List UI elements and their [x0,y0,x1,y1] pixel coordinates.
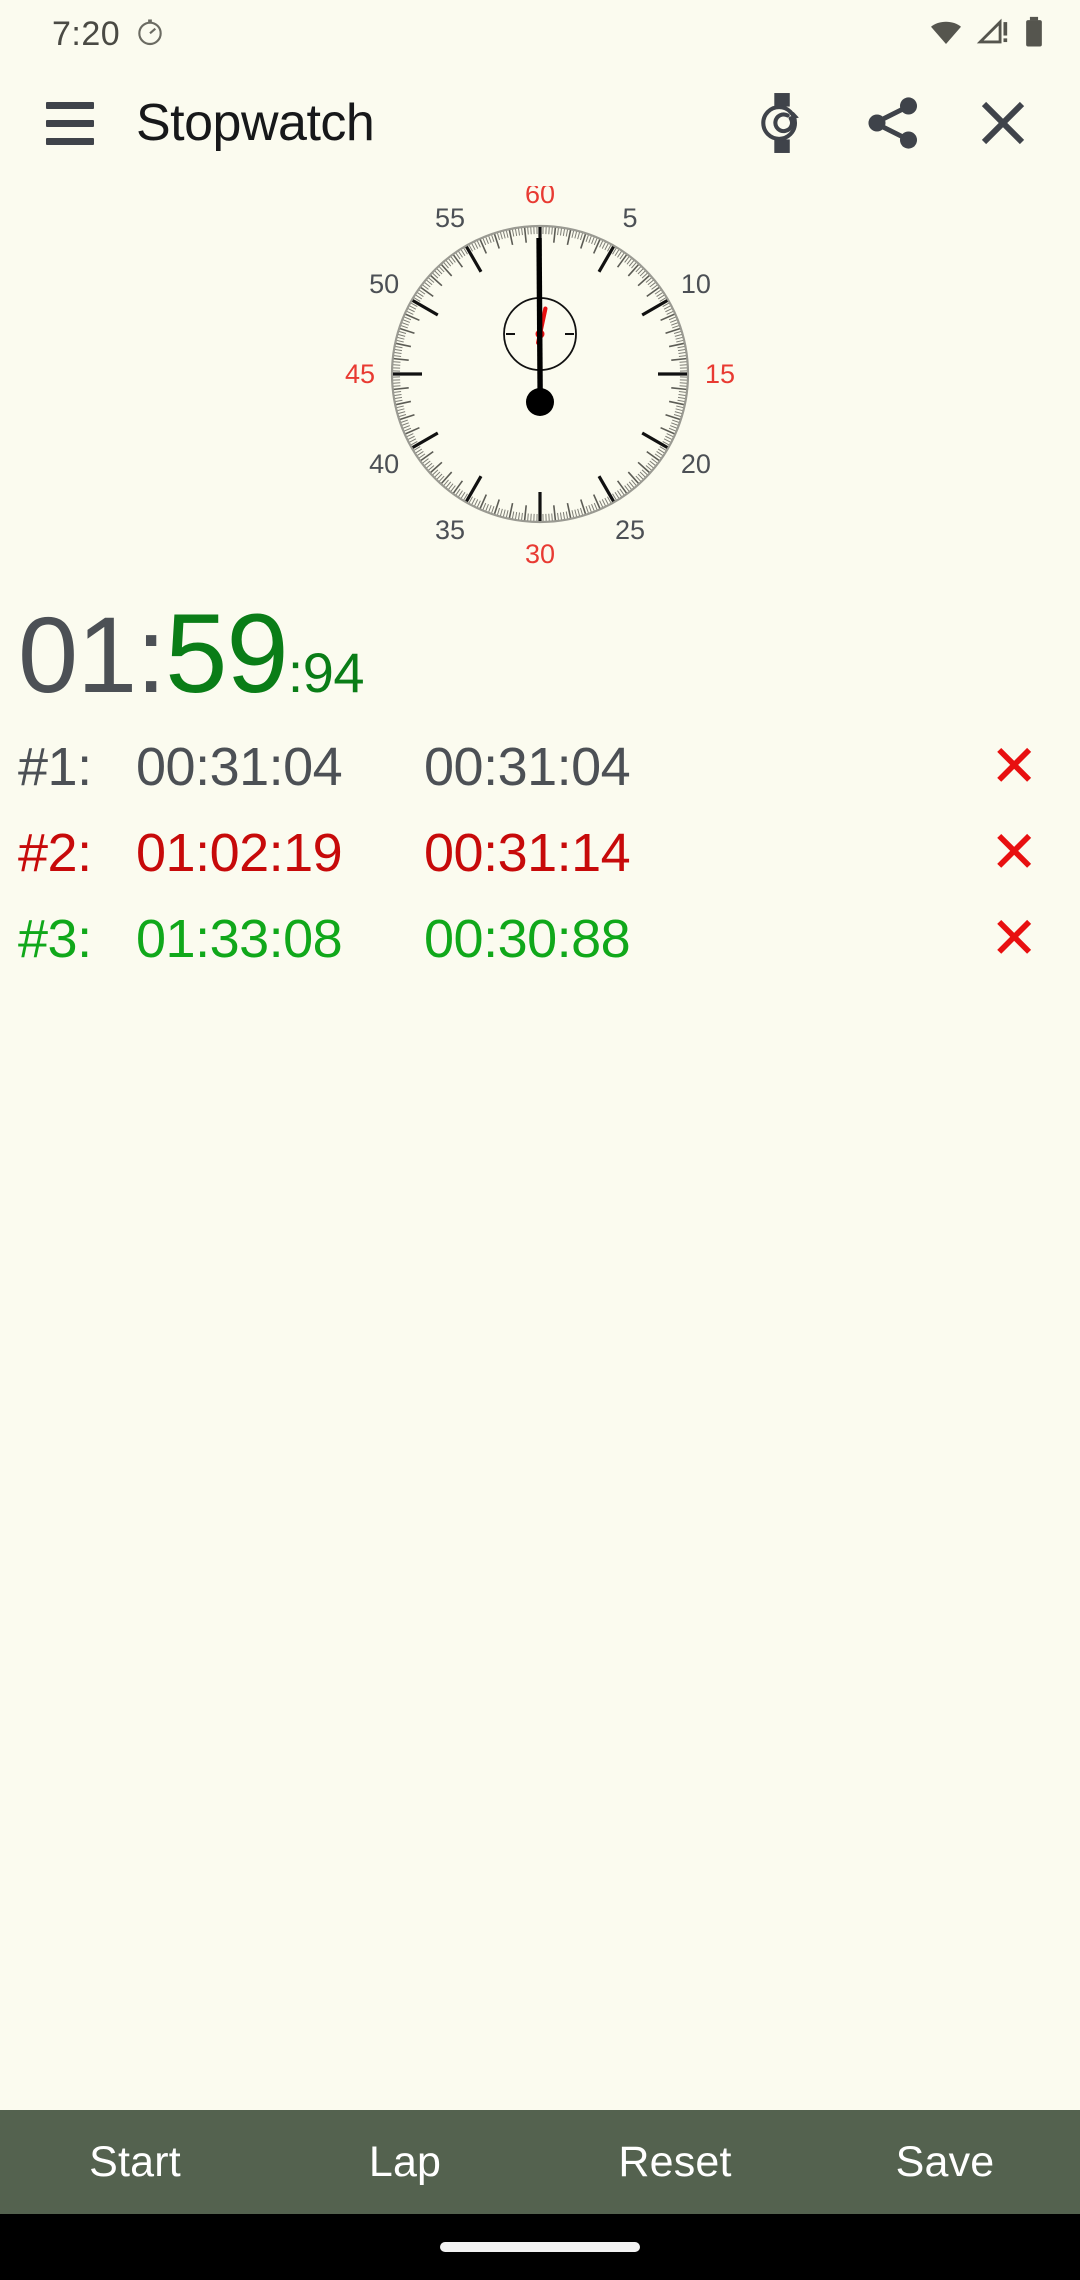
dial-label-45: 45 [345,359,375,389]
second-hand [536,237,543,397]
lap-split-time: 00:31:04 [424,737,631,797]
dial-label-5: 5 [622,203,637,233]
wifi-icon [928,17,964,52]
save-button[interactable]: Save [810,2138,1080,2187]
table-row: #1: 00:31:04 00:31:04 ✕ [0,724,1080,810]
stopwatch-icon [134,16,166,53]
elapsed-time-display: 01: 59 :94 [0,586,1080,710]
lap-split-time: 00:30:88 [424,909,631,969]
status-bar-clock: 7:20 [52,14,121,53]
dial-label-15: 15 [705,359,735,389]
lap-total-time: 01:33:08 [136,909,343,969]
lap-index: #3: [18,909,92,969]
table-row: #2: 01:02:19 00:31:14 ✕ [0,810,1080,896]
action-button-bar: Start Lap Reset Save [0,2110,1080,2214]
elapsed-seconds: 59 [165,591,289,716]
share-icon[interactable] [858,88,928,158]
stopwatch-app: 7:20 Stopwatch 60 5 10 15 20 25 30 35 40… [0,0,1080,2280]
battery-icon [1022,16,1046,53]
dial-label-60: 60 [525,186,555,209]
lap-button[interactable]: Lap [270,2138,540,2187]
lap-index: #1: [18,737,92,797]
app-bar: Stopwatch [0,68,1080,178]
send-to-watch-icon[interactable] [748,88,818,158]
dial-label-40: 40 [369,449,399,479]
delete-lap-button[interactable]: ✕ [984,738,1044,796]
start-button[interactable]: Start [0,2138,270,2187]
elapsed-fraction: :94 [287,641,365,704]
dial-center-hub [526,388,554,416]
reset-button[interactable]: Reset [540,2138,810,2187]
dial-label-20: 20 [681,449,711,479]
dial-label-55: 55 [435,203,465,233]
status-bar-right [928,16,1046,53]
lap-split-time: 00:31:14 [424,823,631,883]
dial-face: 60 5 10 15 20 25 30 35 40 45 50 55 [345,186,735,569]
close-icon[interactable] [968,88,1038,158]
status-bar: 7:20 [0,0,1080,68]
lap-total-time: 00:31:04 [136,737,343,797]
dial-label-50: 50 [369,269,399,299]
dial-label-25: 25 [615,515,645,545]
hamburger-menu-icon[interactable] [38,91,102,155]
status-bar-left: 7:20 [52,15,166,54]
dial-label-10: 10 [681,269,711,299]
stopwatch-dial: 60 5 10 15 20 25 30 35 40 45 50 55 [0,178,1080,586]
lap-list: #1: 00:31:04 00:31:04 ✕ #2: 01:02:19 00:31:14 ✕… [0,710,1080,982]
dial-label-35: 35 [435,515,465,545]
signal-alert-icon [976,17,1010,52]
table-row: #3: 01:33:08 00:30:88 ✕ [0,896,1080,982]
system-navigation-bar [0,2214,1080,2280]
elapsed-minutes: 01: [18,594,166,715]
app-bar-actions [748,88,1052,158]
delete-lap-button[interactable]: ✕ [984,910,1044,968]
lap-index: #2: [18,823,92,883]
home-indicator[interactable] [440,2242,640,2252]
lap-total-time: 01:02:19 [136,823,343,883]
dial-label-30: 30 [525,539,555,569]
delete-lap-button[interactable]: ✕ [984,824,1044,882]
page-title: Stopwatch [136,94,375,152]
